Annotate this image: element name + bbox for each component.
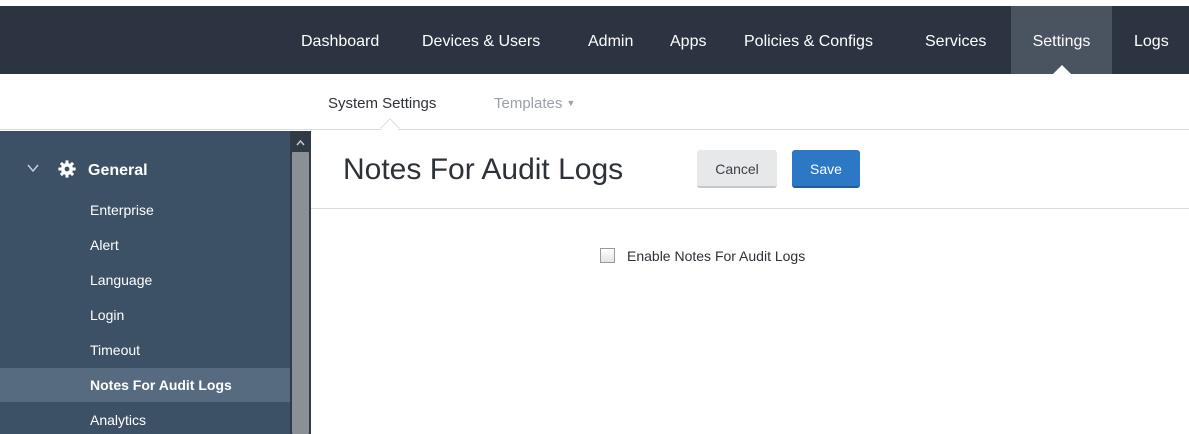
sidebar-scrollbar[interactable] bbox=[290, 131, 311, 434]
tab-system-settings[interactable]: System Settings bbox=[328, 95, 436, 112]
sidebar-item-notes-for-audit-logs[interactable]: Notes For Audit Logs bbox=[0, 368, 290, 402]
nav-item-admin[interactable]: Admin bbox=[576, 6, 645, 74]
enable-notes-checkbox[interactable] bbox=[600, 248, 615, 263]
sidebar-section-label: General bbox=[88, 162, 148, 179]
nav-item-apps[interactable]: Apps bbox=[658, 6, 718, 74]
nav-item-services[interactable]: Services bbox=[913, 6, 998, 74]
sub-navigation-bar: System Settings Templates ▼ bbox=[0, 74, 1189, 138]
cancel-button[interactable]: Cancel bbox=[697, 150, 777, 188]
scrollbar-thumb[interactable] bbox=[292, 152, 309, 434]
sidebar: General Enterprise Alert Language Login … bbox=[0, 131, 290, 434]
sidebar-section-general[interactable]: General bbox=[0, 153, 290, 189]
caret-down-icon: ▼ bbox=[566, 98, 576, 108]
nav-item-logs[interactable]: Logs bbox=[1122, 6, 1181, 74]
sidebar-item-login[interactable]: Login bbox=[0, 298, 290, 332]
nav-item-dashboard[interactable]: Dashboard bbox=[289, 6, 391, 74]
nav-item-policies-configs[interactable]: Policies & Configs bbox=[732, 6, 885, 74]
nav-item-settings[interactable]: Settings bbox=[1011, 6, 1112, 74]
page-title: Notes For Audit Logs bbox=[343, 153, 624, 186]
sidebar-item-alert[interactable]: Alert bbox=[0, 228, 290, 262]
sidebar-item-analytics[interactable]: Analytics bbox=[0, 403, 290, 434]
nav-item-devices-users[interactable]: Devices & Users bbox=[410, 6, 552, 74]
sidebar-item-timeout[interactable]: Timeout bbox=[0, 333, 290, 367]
sidebar-item-language[interactable]: Language bbox=[0, 263, 290, 297]
scroll-up-arrow-icon[interactable] bbox=[290, 137, 311, 149]
enable-notes-label[interactable]: Enable Notes For Audit Logs bbox=[627, 248, 805, 264]
page-header: Notes For Audit Logs Cancel Save bbox=[311, 131, 1189, 209]
top-navigation-bar: Dashboard Devices & Users Admin Apps Pol… bbox=[0, 6, 1189, 74]
tab-templates[interactable]: Templates ▼ bbox=[494, 95, 575, 112]
save-button[interactable]: Save bbox=[792, 150, 860, 188]
chevron-down-icon[interactable] bbox=[26, 161, 40, 175]
sidebar-item-enterprise[interactable]: Enterprise bbox=[0, 193, 290, 227]
tab-templates-label: Templates bbox=[494, 95, 563, 112]
gear-icon bbox=[58, 160, 76, 178]
